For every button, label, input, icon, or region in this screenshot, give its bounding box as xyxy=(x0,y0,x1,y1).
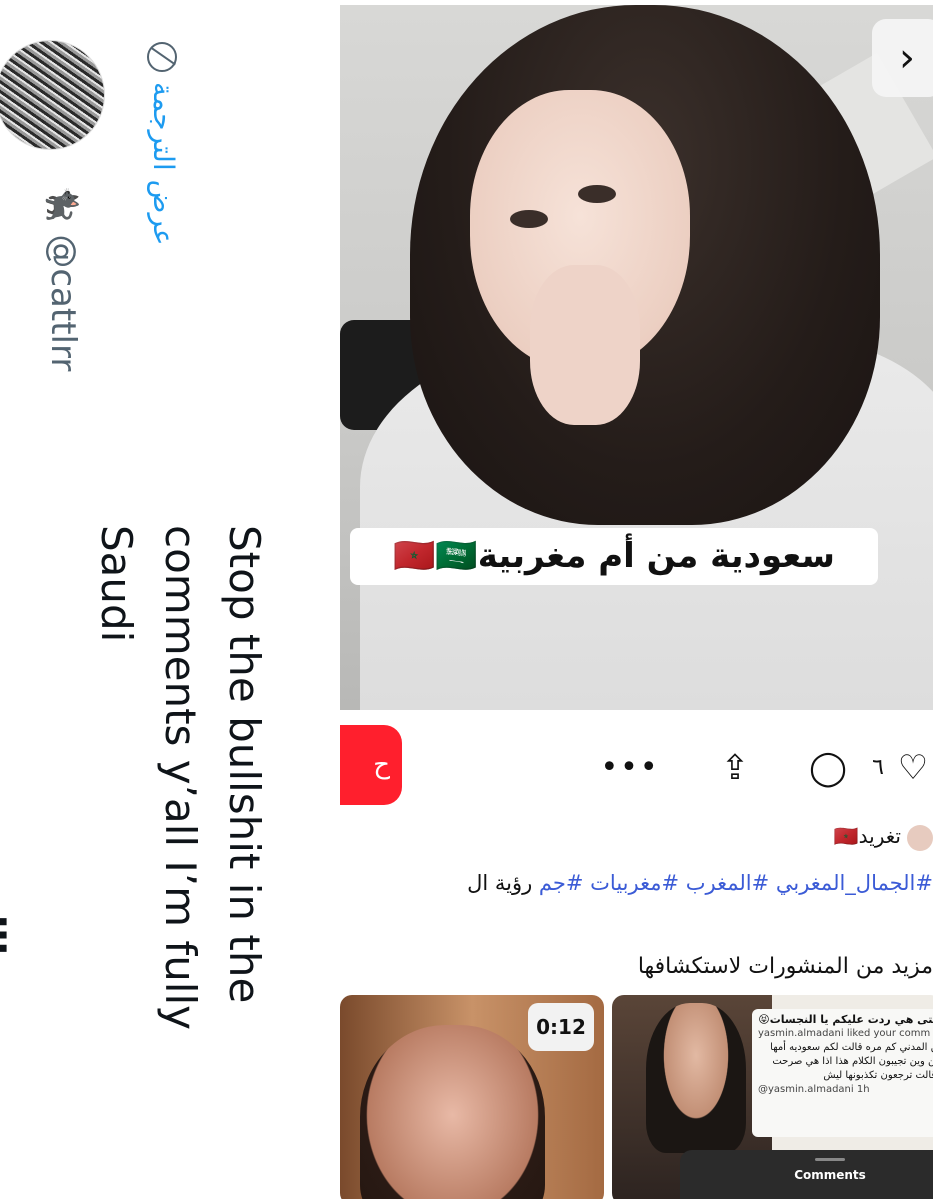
heart-icon[interactable]: ♡ xyxy=(888,738,933,798)
left-eye xyxy=(510,210,548,228)
hashtags[interactable]: #الجمال_المغربي #المغرب #مغربيات #جم xyxy=(539,871,933,895)
post-card-person xyxy=(646,1003,746,1153)
like-count: ٦ xyxy=(872,755,884,780)
hashtag-line: #الجمال_المغربي #المغرب #مغربيات #جم رؤي… xyxy=(467,866,933,900)
notice-line: ين المدني كم مره قالت لكم سعوديه أمها xyxy=(770,1042,933,1053)
notice-line: وقالت ترجعون تكذبونها ليش xyxy=(823,1070,933,1081)
hand xyxy=(530,265,640,425)
avatar[interactable] xyxy=(0,40,105,150)
post-author[interactable]: تغريد🇲🇦 xyxy=(834,820,933,852)
right-eye xyxy=(578,185,616,203)
comment-icon[interactable]: ◯ xyxy=(798,738,858,798)
translate-label: عرض الترجمة xyxy=(147,82,180,246)
more-posts-title: مزيد من المنشورات لاستكشافها xyxy=(637,954,933,979)
translate-link[interactable]: عرض الترجمة xyxy=(147,42,180,246)
notice-line: @yasmin.almadani 1h xyxy=(758,1084,870,1095)
rotated-tweet: 🐈‍⬛ @cattlrr عرض الترجمة Stop the bullshi… xyxy=(0,0,340,1199)
video-thumbnail xyxy=(360,1025,545,1199)
action-bar: ••• ⇪ ◯ ٦ ♡ xyxy=(600,738,933,798)
tweet-text: Stop the bullshit in the comments y’all … xyxy=(92,525,269,1031)
post-image[interactable]: سعودية من أم مغربية🇲🇦🇸🇦 › xyxy=(340,5,933,710)
author-name: تغريد🇲🇦 xyxy=(833,824,901,848)
comments-bar[interactable]: Comments xyxy=(680,1150,933,1199)
author-avatar xyxy=(907,824,933,851)
image-caption: سعودية من أم مغربية🇲🇦🇸🇦 xyxy=(350,528,878,585)
video-duration: 0:12 xyxy=(528,1003,594,1051)
more-dots-icon[interactable]: ••• xyxy=(600,738,660,798)
follow-button[interactable]: ح xyxy=(340,725,402,805)
see-translation[interactable]: رؤية ال xyxy=(467,871,532,895)
cut-off-text: … xyxy=(0,915,35,955)
next-image-button[interactable]: › xyxy=(872,19,933,97)
notice-line: من وين تجيبون الكلام هذا اذا هي صرحت xyxy=(772,1056,933,1067)
handle-text: @cattlrr xyxy=(43,234,83,372)
share-icon[interactable]: ⇪ xyxy=(705,738,765,798)
post-panel: سعودية من أم مغربية🇲🇦🇸🇦 › ح ••• ⇪ ◯ ٦ ♡ … xyxy=(340,0,933,1199)
notice-line: yasmin.almadani liked your comm xyxy=(758,1028,931,1039)
notice-title: حتى هي ردت عليكم يا النجسات😝 xyxy=(758,1013,933,1026)
tweet-handle[interactable]: 🐈‍⬛ @cattlrr xyxy=(43,185,83,371)
cat-emoji-icon: 🐈‍⬛ xyxy=(44,185,79,223)
globe-icon xyxy=(147,42,177,72)
notification-screenshot: حتى هي ردت عليكم يا النجسات😝 yasmin.alma… xyxy=(752,1009,933,1137)
